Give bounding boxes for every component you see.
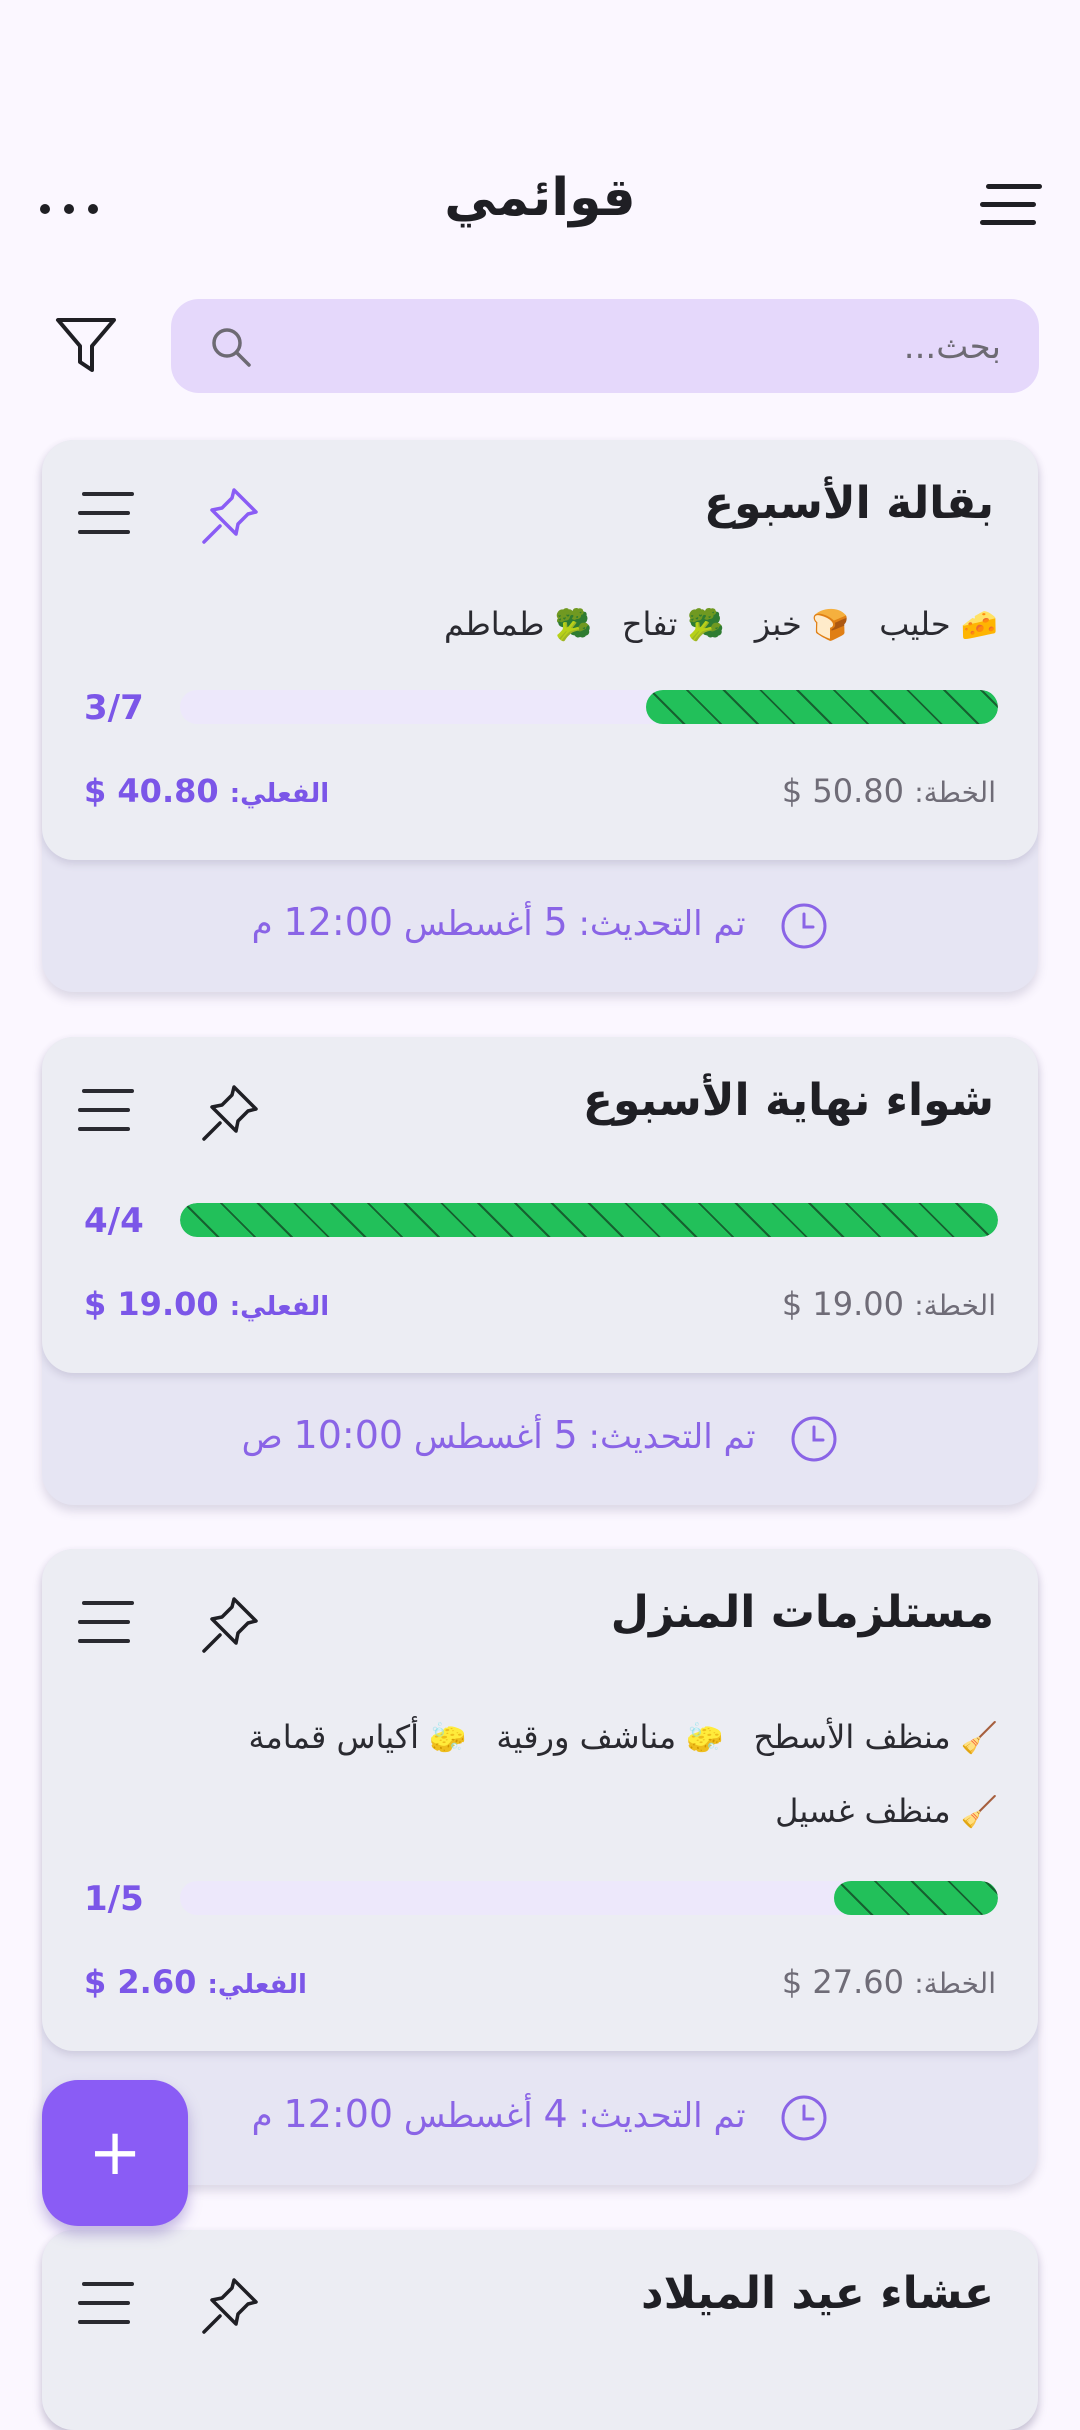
progress-count: 3/7 — [84, 688, 144, 728]
progress-bar — [180, 1203, 998, 1237]
menu-icon[interactable] — [980, 184, 1044, 244]
pin-icon[interactable] — [198, 1081, 262, 1145]
list-menu-icon[interactable] — [78, 2282, 134, 2328]
clock-icon — [781, 2095, 827, 2140]
progress-fill — [180, 1203, 998, 1237]
items-preview: 🧹منظف الأسطح 🧽مناشف ورقية 🧽أكياس قمامة — [248, 1715, 998, 1761]
pin-icon[interactable] — [198, 484, 262, 548]
app-header: قوائمي — [0, 150, 1080, 270]
list-title: عشاء عيد الميلاد — [641, 2268, 994, 2319]
progress-count: 1/5 — [84, 1879, 144, 1919]
list-title: شواء نهاية الأسبوع — [582, 1075, 994, 1126]
list-card[interactable]: عشاء عيد الميلاد — [42, 2230, 1038, 2430]
progress-bar — [180, 690, 998, 724]
list-item: 🧹منظف الأسطح — [753, 1718, 998, 1756]
list-menu-icon[interactable] — [78, 1601, 134, 1647]
clock-icon — [781, 903, 827, 948]
list-item: 🥦تفاح — [621, 605, 725, 643]
pin-icon[interactable] — [198, 2274, 262, 2338]
search-bar[interactable] — [171, 299, 1039, 395]
list-card[interactable]: شواء نهاية الأسبوع 4/4 الفعلي: 19.00 $ ا… — [42, 1037, 1038, 1505]
clock-icon — [791, 1416, 837, 1461]
actual-total: الفعلي: 40.80 $ — [84, 772, 330, 810]
plan-total: الخطة: 27.60 $ — [781, 1963, 996, 2001]
page-title: قوائمي — [444, 168, 636, 228]
list-card[interactable]: مستلزمات المنزل 🧹منظف الأسطح 🧽مناشف ورقية… — [42, 1549, 1038, 2185]
list-item: 🧀حليب — [879, 605, 998, 643]
search-icon — [212, 328, 251, 367]
list-title: مستلزمات المنزل — [610, 1587, 994, 1638]
list-item: 🧽مناشف ورقية — [496, 1718, 724, 1756]
pin-icon[interactable] — [198, 1593, 262, 1657]
plan-total: الخطة: 50.80 $ — [781, 772, 996, 810]
actual-total: الفعلي: 19.00 $ — [84, 1285, 330, 1323]
progress-count: 4/4 — [84, 1201, 144, 1241]
actual-total: الفعلي: 2.60 $ — [84, 1963, 307, 2001]
updated-info: تم التحديث: 5 أغسطس 12:00 م — [42, 900, 1038, 950]
progress-fill — [834, 1881, 998, 1915]
updated-info: تم التحديث: 5 أغسطس 10:00 ص — [42, 1413, 1038, 1463]
filter-icon[interactable] — [54, 314, 118, 378]
list-item: 🍞خبز — [754, 605, 850, 643]
list-card[interactable]: بقالة الأسبوع 🧀حليب 🍞خبز 🥦تفاح 🥦طماطم 3/7 ا… — [42, 440, 1038, 992]
list-item: 🥦طماطم — [444, 605, 592, 643]
items-preview: 🧹منظف غسيل — [775, 1789, 998, 1835]
items-preview: 🧀حليب 🍞خبز 🥦تفاح 🥦طماطم — [444, 602, 998, 648]
plan-total: الخطة: 19.00 $ — [781, 1285, 996, 1323]
list-menu-icon[interactable] — [78, 1089, 134, 1135]
list-item: 🧽أكياس قمامة — [248, 1718, 467, 1756]
progress-bar — [180, 1881, 998, 1915]
list-title: بقالة الأسبوع — [704, 478, 994, 529]
updated-info: تم التحديث: 4 أغسطس 12:00 م — [42, 2092, 1038, 2142]
list-item: 🧹منظف غسيل — [775, 1792, 998, 1830]
list-menu-icon[interactable] — [78, 492, 134, 538]
progress-fill — [646, 690, 998, 724]
search-input[interactable] — [299, 299, 1003, 395]
add-list-button[interactable]: + — [42, 2080, 188, 2226]
